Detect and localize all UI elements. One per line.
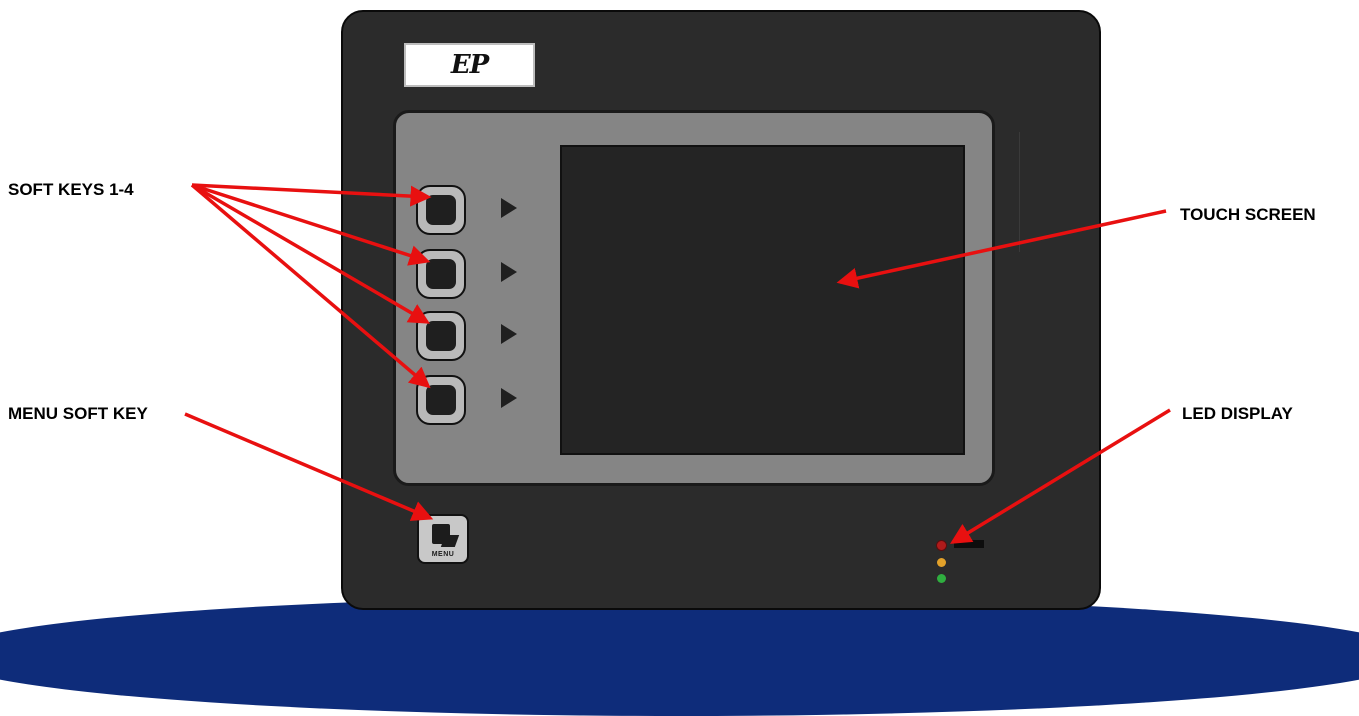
arrow-led-display <box>950 408 1171 544</box>
arrow-soft-key-4 <box>190 183 431 389</box>
arrow-soft-key-3 <box>191 183 431 324</box>
arrow-menu-soft-key <box>184 412 434 521</box>
callout-arrows <box>184 183 1171 544</box>
arrow-touch-screen <box>836 209 1167 289</box>
background-arc <box>0 596 1359 716</box>
